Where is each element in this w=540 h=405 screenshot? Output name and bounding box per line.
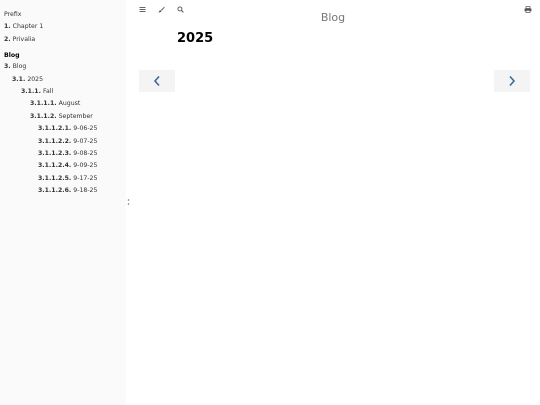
toc-label: Prefix: [4, 11, 22, 18]
toc-label: September: [58, 112, 93, 120]
toc-label: Privalia: [12, 35, 36, 43]
toc-fall[interactable]: 3.1.1. Fall: [0, 86, 126, 98]
toc-number: 3.1.1.2.2.: [38, 137, 72, 145]
toc-august[interactable]: 3.1.1.1. August: [0, 98, 126, 110]
toc-label: August: [58, 100, 81, 108]
toc-privalia[interactable]: 2. Privalia: [0, 34, 126, 46]
toc-number: 3.1.: [12, 75, 26, 83]
menu-bar: Blog: [126, 0, 540, 24]
toc-number: 3.1.1.2.5.: [38, 174, 72, 182]
toc-label: 9-18-25: [73, 187, 98, 195]
next-chapter-button[interactable]: [494, 70, 530, 92]
chevron-left-icon: [153, 75, 160, 87]
toc-post[interactable]: 3.1.1.2.1. 9-06-25: [0, 123, 126, 135]
toc-september[interactable]: 3.1.1.2. September: [0, 111, 126, 123]
print-icon: [524, 6, 532, 13]
toc-label: Fall: [42, 87, 54, 95]
toc-post[interactable]: 3.1.1.2.6. 9-18-25: [0, 185, 126, 197]
toc-label: 9-09-25: [73, 162, 98, 170]
toc-number: 3.1.1.2.3.: [38, 149, 72, 157]
toc-label: 9-17-25: [73, 174, 98, 182]
toc-blog[interactable]: 3. Blog: [0, 61, 126, 73]
toc-label: 2025: [27, 75, 44, 83]
toc-prefix[interactable]: Prefix: [0, 9, 126, 21]
toc-number: 3.1.1.2.: [30, 112, 57, 120]
print-button[interactable]: [522, 5, 534, 17]
toc-number: 3.: [4, 63, 11, 71]
toc-part-title: Blog: [4, 52, 20, 60]
previous-chapter-button[interactable]: [139, 70, 175, 92]
sidebar: Prefix 1. Chapter 1 2. Privalia Blog 3. Blo…: [0, 0, 126, 405]
toc-number: 1.: [4, 23, 11, 31]
toc-number: 3.1.1.2.1.: [38, 125, 72, 133]
toc-post[interactable]: 3.1.1.2.5. 9-17-25: [0, 173, 126, 185]
toc-number: 3.1.1.: [21, 87, 41, 95]
toc-number: 3.1.1.2.6.: [38, 187, 72, 195]
toc-2025[interactable]: 3.1. 2025: [0, 74, 126, 86]
toc-number: 3.1.1.2.4.: [38, 162, 72, 170]
toc-label: 9-07-25: [73, 137, 98, 145]
toc-post[interactable]: 3.1.1.2.2. 9-07-25: [0, 136, 126, 148]
page-heading: 2025: [177, 31, 214, 46]
toc-number: 2.: [4, 35, 11, 43]
toc-label: 9-08-25: [73, 149, 98, 157]
toc-chapter-1[interactable]: 1. Chapter 1: [0, 21, 126, 33]
chevron-right-icon: [509, 75, 516, 87]
toc-post[interactable]: 3.1.1.2.3. 9-08-25: [0, 148, 126, 160]
toc-label: Blog: [12, 63, 27, 71]
page-content: 2025: [126, 22, 540, 405]
toc-label: 9-06-25: [73, 125, 98, 133]
toc-label: Chapter 1: [12, 23, 44, 31]
toc-number: 3.1.1.1.: [30, 100, 57, 108]
toc-post[interactable]: 3.1.1.2.4. 9-09-25: [0, 160, 126, 172]
